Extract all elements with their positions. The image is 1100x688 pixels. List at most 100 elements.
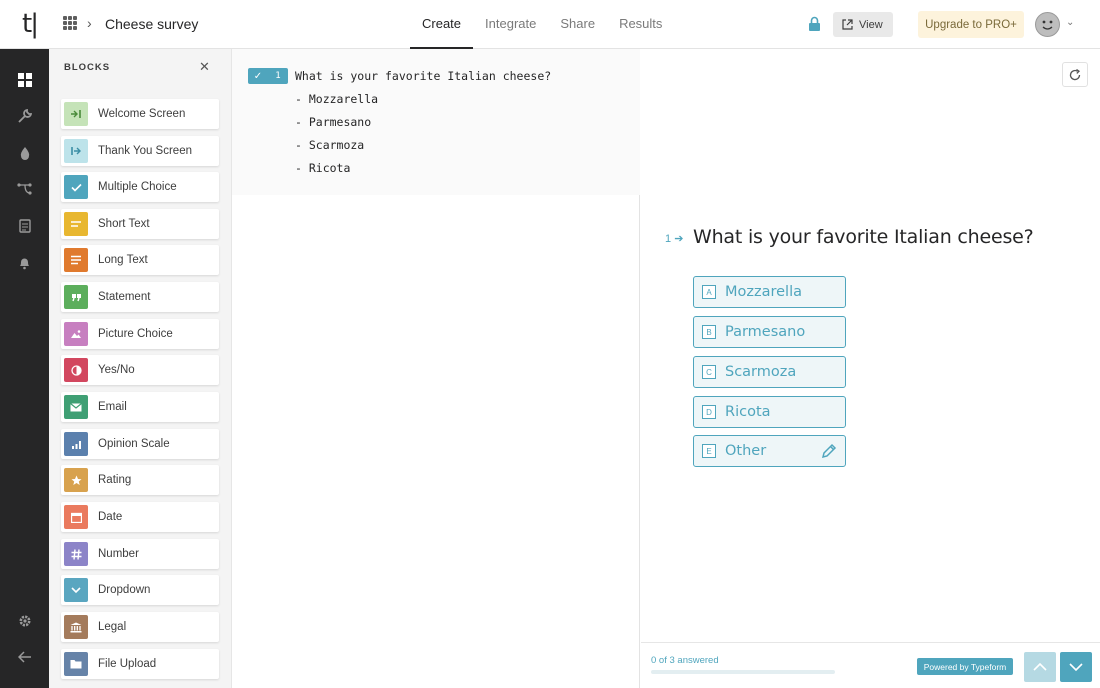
long-text-icon: [64, 248, 88, 272]
block-short-text[interactable]: Short Text: [61, 209, 219, 239]
close-icon[interactable]: ✕: [199, 59, 210, 75]
hash-icon: [64, 542, 88, 566]
next-button[interactable]: [1060, 652, 1092, 682]
previous-button[interactable]: [1024, 652, 1056, 682]
block-label: Dropdown: [98, 584, 151, 596]
choice-line[interactable]: - Ricota: [295, 161, 350, 175]
preview-question-text: What is your favorite Italian cheese?: [693, 226, 1034, 248]
block-label: Number: [98, 548, 139, 560]
chevron-down-icon[interactable]: ⌄: [1066, 17, 1074, 28]
choice-key: E: [702, 444, 716, 458]
pencil-icon[interactable]: [821, 443, 837, 459]
block-thank-you-screen[interactable]: Thank You Screen: [61, 136, 219, 166]
upgrade-button[interactable]: Upgrade to PRO+: [918, 11, 1024, 38]
apps-grid-icon[interactable]: [63, 16, 77, 30]
choice-label: Ricota: [725, 404, 771, 420]
calendar-icon: [64, 505, 88, 529]
choice-label: Parmesano: [725, 324, 806, 340]
main-nav: Create Integrate Share Results: [410, 0, 674, 49]
refresh-icon: [1069, 68, 1081, 80]
choice-line[interactable]: - Scarmoza: [295, 138, 364, 152]
opinion-scale-icon: [64, 432, 88, 456]
star-icon: [64, 468, 88, 492]
tab-integrate[interactable]: Integrate: [473, 0, 548, 49]
choice-e-other[interactable]: E Other: [693, 435, 846, 467]
question-card[interactable]: ✓ 1 What is your favorite Italian cheese…: [232, 49, 640, 195]
blocks-icon[interactable]: [16, 71, 33, 88]
logic-icon[interactable]: [16, 180, 33, 197]
preview-footer: 0 of 3 answered Powered by Typeform: [641, 642, 1100, 688]
top-bar: t| › Cheese survey Create Integrate Shar…: [0, 0, 1100, 49]
block-multiple-choice[interactable]: Multiple Choice: [61, 172, 219, 202]
bell-icon[interactable]: [16, 254, 33, 271]
left-rail: [0, 49, 49, 688]
avatar[interactable]: [1035, 12, 1060, 37]
choice-key: A: [702, 285, 716, 299]
answered-count: 0 of 3 answered: [651, 655, 719, 666]
view-button[interactable]: View: [833, 12, 893, 37]
block-long-text[interactable]: Long Text: [61, 245, 219, 275]
choice-key: D: [702, 405, 716, 419]
block-picture-choice[interactable]: Picture Choice: [61, 319, 219, 349]
clipboard-icon[interactable]: [16, 217, 33, 234]
block-yes-no[interactable]: Yes/No: [61, 355, 219, 385]
block-label: Opinion Scale: [98, 438, 170, 450]
block-label: Long Text: [98, 254, 148, 266]
choice-key: C: [702, 365, 716, 379]
back-arrow-icon[interactable]: [16, 648, 33, 665]
editor-panel: ✓ 1 What is your favorite Italian cheese…: [232, 49, 640, 688]
picture-icon: [64, 322, 88, 346]
wrench-icon[interactable]: [16, 107, 33, 124]
block-label: Email: [98, 401, 127, 413]
question-badge[interactable]: ✓ 1: [248, 68, 288, 84]
drop-icon[interactable]: [16, 144, 33, 161]
lock-icon[interactable]: [808, 16, 821, 32]
typeform-logo[interactable]: t|: [22, 9, 39, 39]
tab-share[interactable]: Share: [548, 0, 607, 49]
smiley-icon: [1042, 20, 1053, 30]
block-label: Rating: [98, 474, 132, 486]
block-label: Yes/No: [98, 364, 135, 376]
block-opinion-scale[interactable]: Opinion Scale: [61, 429, 219, 459]
block-welcome-screen[interactable]: Welcome Screen: [61, 99, 219, 129]
choice-key: B: [702, 325, 716, 339]
block-label: Thank You Screen: [98, 145, 192, 157]
external-link-icon: [842, 19, 853, 30]
tab-results[interactable]: Results: [607, 0, 674, 49]
refresh-button[interactable]: [1062, 62, 1088, 87]
block-legal[interactable]: Legal: [61, 612, 219, 642]
choice-b[interactable]: B Parmesano: [693, 316, 846, 348]
block-label: Multiple Choice: [98, 181, 177, 193]
check-icon: ✓: [253, 70, 263, 82]
block-statement[interactable]: Statement: [61, 282, 219, 312]
form-title[interactable]: Cheese survey: [105, 16, 198, 32]
legal-icon: [64, 615, 88, 639]
breadcrumb-chevron-icon: ›: [87, 15, 92, 31]
email-icon: [64, 395, 88, 419]
choice-a[interactable]: A Mozzarella: [693, 276, 846, 308]
question-text-line[interactable]: What is your favorite Italian cheese?: [295, 69, 551, 83]
powered-by-badge[interactable]: Powered by Typeform: [917, 658, 1013, 675]
choice-c[interactable]: C Scarmoza: [693, 356, 846, 388]
choice-line[interactable]: - Parmesano: [295, 115, 371, 129]
choice-label: Scarmoza: [725, 364, 797, 380]
block-file-upload[interactable]: File Upload: [61, 649, 219, 679]
preview-question-number: 1 ➔: [665, 233, 684, 245]
choice-line[interactable]: - Mozzarella: [295, 92, 378, 106]
choice-d[interactable]: D Ricota: [693, 396, 846, 428]
tab-create[interactable]: Create: [410, 0, 474, 49]
folder-icon: [64, 652, 88, 676]
check-icon: [64, 175, 88, 199]
chevron-up-icon: [1033, 663, 1047, 671]
settings-icon[interactable]: [16, 612, 33, 629]
block-dropdown[interactable]: Dropdown: [61, 575, 219, 605]
blocks-title: BLOCKS: [64, 62, 111, 73]
block-label: Statement: [98, 291, 151, 303]
block-email[interactable]: Email: [61, 392, 219, 422]
block-label: Picture Choice: [98, 328, 173, 340]
progress-bar: [651, 670, 835, 674]
block-number[interactable]: Number: [61, 539, 219, 569]
block-date[interactable]: Date: [61, 502, 219, 532]
choice-label: Mozzarella: [725, 284, 802, 300]
block-rating[interactable]: Rating: [61, 465, 219, 495]
